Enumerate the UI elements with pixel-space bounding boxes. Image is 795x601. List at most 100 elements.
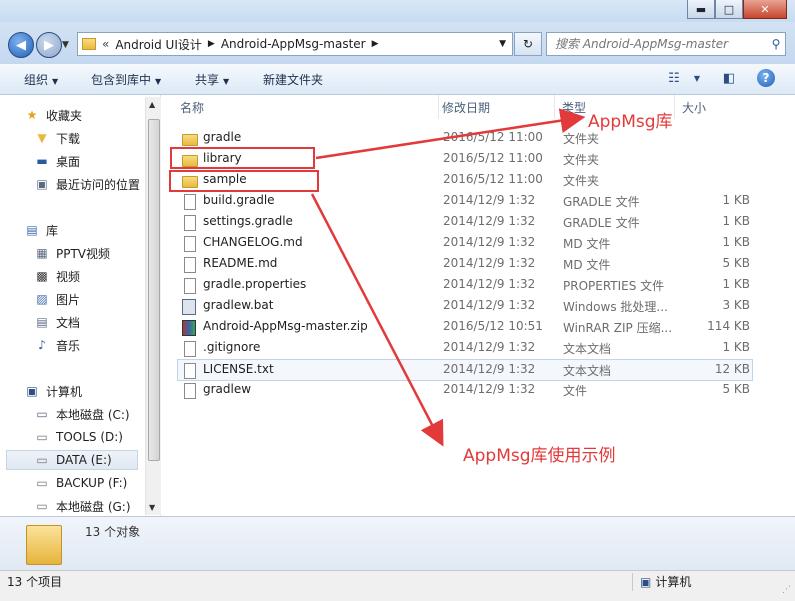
- file-name: gradlew: [203, 382, 252, 396]
- share-button[interactable]: 共享 ▼: [195, 71, 229, 88]
- file-date: 2016/5/12 11:00: [443, 151, 543, 165]
- preview-pane-icon[interactable]: ◧: [720, 69, 738, 87]
- file-type: 文本文档: [563, 342, 612, 356]
- nav-libraries[interactable]: ▤ 库: [24, 220, 58, 240]
- nav-item-music[interactable]: ♪ 音乐: [34, 335, 80, 355]
- nav-item-pictures[interactable]: ▨ 图片: [34, 289, 80, 309]
- file-date: 2014/12/9 1:32: [443, 382, 536, 396]
- file-name: .gitignore: [203, 340, 261, 354]
- view-options-icon[interactable]: ☷: [665, 69, 683, 87]
- drive-icon: ▭: [36, 499, 48, 513]
- address-dropdown-icon[interactable]: ▼: [499, 39, 506, 49]
- pptv-library-icon: ▦: [36, 246, 48, 260]
- table-row[interactable]: gradlew.bat 2014/12/9 1:32 Windows 批处理... 3…: [178, 296, 752, 316]
- maximize-button[interactable]: □: [715, 0, 743, 19]
- file-name: LICENSE.txt: [203, 362, 274, 376]
- table-row[interactable]: .gitignore 2014/12/9 1:32 文本文档 1 KB: [178, 338, 752, 358]
- file-icon: [184, 383, 196, 399]
- file-date: 2014/12/9 1:32: [443, 362, 536, 376]
- search-box[interactable]: ⚲: [546, 32, 786, 56]
- drive-icon: ▭: [36, 453, 48, 467]
- organize-button[interactable]: 组织 ▼: [24, 71, 58, 88]
- table-row[interactable]: CHANGELOG.md 2014/12/9 1:32 MD 文件 1 KB: [178, 233, 752, 253]
- breadcrumb-separator-icon[interactable]: ▶: [208, 39, 215, 49]
- table-row[interactable]: Android-AppMsg-master.zip 2016/5/12 10:51…: [178, 317, 752, 337]
- column-header-size[interactable]: 大小: [682, 95, 754, 119]
- nav-item-label: 本地磁盘 (G:): [56, 499, 131, 514]
- nav-drive-d[interactable]: ▭ TOOLS (D:): [34, 427, 123, 447]
- file-type: 文件夹: [563, 153, 600, 167]
- nav-computer-label: 计算机: [46, 384, 83, 399]
- search-input[interactable]: [547, 36, 767, 52]
- address-chevron[interactable]: «: [102, 37, 109, 51]
- status-divider: [632, 573, 633, 591]
- downloads-folder-icon: ▼: [37, 131, 47, 145]
- close-button[interactable]: ✕: [743, 0, 787, 19]
- recent-places-icon: ▣: [36, 177, 48, 191]
- column-header-date[interactable]: 修改日期: [442, 95, 555, 119]
- back-button[interactable]: ◀: [8, 32, 34, 58]
- nav-drive-g[interactable]: ▭ 本地磁盘 (G:): [34, 496, 131, 516]
- folder-icon: [26, 525, 62, 565]
- minimize-button[interactable]: ▬: [687, 0, 715, 19]
- file-type: 文件夹: [563, 132, 600, 146]
- history-dropdown-icon[interactable]: ▼: [62, 40, 69, 50]
- table-row[interactable]: settings.gradle 2014/12/9 1:32 GRADLE 文件 1 …: [178, 212, 752, 232]
- nav-item-desktop[interactable]: ▬ 桌面: [34, 151, 80, 171]
- refresh-button[interactable]: ↻: [514, 32, 542, 56]
- file-size: 12 KB: [714, 362, 750, 376]
- include-in-library-button[interactable]: 包含到库中 ▼: [91, 71, 161, 88]
- file-type: WinRAR ZIP 压缩...: [563, 321, 673, 335]
- table-row[interactable]: gradle.properties 2014/12/9 1:32 PROPERTIE…: [178, 275, 752, 295]
- view-dropdown-icon[interactable]: ▼: [688, 69, 706, 87]
- nav-drive-e[interactable]: ▭ DATA (E:): [6, 450, 138, 470]
- nav-drive-f[interactable]: ▭ BACKUP (F:): [34, 473, 127, 493]
- video-library-icon: ▩: [36, 269, 48, 283]
- file-date: 2014/12/9 1:32: [443, 298, 536, 312]
- breadcrumb-current[interactable]: Android-AppMsg-master: [221, 37, 366, 51]
- help-icon[interactable]: ?: [757, 69, 775, 87]
- address-bar[interactable]: « Android UI设计 ▶ Android-AppMsg-master ▶…: [77, 32, 513, 56]
- text-file-icon: [184, 363, 196, 379]
- breadcrumb-android-ui[interactable]: Android UI设计: [115, 36, 202, 53]
- breadcrumb-separator-icon[interactable]: ▶: [372, 39, 379, 49]
- nav-scrollbar[interactable]: ▲ ▼: [145, 97, 161, 515]
- forward-button[interactable]: ▶: [36, 32, 62, 58]
- nav-item-videos[interactable]: ▩ 视频: [34, 266, 80, 286]
- computer-icon: ▣: [26, 384, 38, 398]
- file-type: 文件夹: [563, 174, 600, 188]
- table-row[interactable]: LICENSE.txt 2014/12/9 1:32 文本文档 12 KB: [177, 359, 753, 381]
- new-folder-button[interactable]: 新建文件夹: [263, 71, 323, 88]
- table-row[interactable]: gradlew 2014/12/9 1:32 文件 5 KB: [178, 380, 752, 400]
- file-icon: [184, 215, 196, 231]
- file-name: Android-AppMsg-master.zip: [203, 319, 368, 333]
- nav-item-label: 桌面: [56, 154, 81, 169]
- search-icon[interactable]: ⚲: [767, 37, 785, 51]
- address-row: ◀ ▶ ▼ « Android UI设计 ▶ Android-AppMsg-ma…: [0, 22, 795, 64]
- nav-item-recent-places[interactable]: ▣ 最近访问的位置: [34, 174, 140, 194]
- nav-computer[interactable]: ▣ 计算机: [24, 381, 82, 401]
- scrollbar-thumb[interactable]: [148, 119, 160, 461]
- resize-grip-icon[interactable]: ⋰: [782, 585, 791, 595]
- file-size: 1 KB: [722, 214, 750, 228]
- file-size: 5 KB: [722, 256, 750, 270]
- column-header-name[interactable]: 名称: [180, 95, 439, 119]
- table-row[interactable]: README.md 2014/12/9 1:32 MD 文件 5 KB: [178, 254, 752, 274]
- nav-favorites-label: 收藏夹: [46, 108, 83, 123]
- nav-item-pptv-video[interactable]: ▦ PPTV视频: [34, 243, 110, 263]
- file-name: README.md: [203, 256, 278, 270]
- nav-drive-c[interactable]: ▭ 本地磁盘 (C:): [34, 404, 129, 424]
- scroll-up-icon[interactable]: ▲: [149, 100, 155, 109]
- nav-item-downloads[interactable]: ▼ 下载: [34, 128, 80, 148]
- dropdown-arrow-icon: ▼: [52, 77, 59, 86]
- nav-item-documents[interactable]: ▤ 文档: [34, 312, 80, 332]
- scroll-down-icon[interactable]: ▼: [149, 503, 155, 512]
- file-size: 1 KB: [722, 277, 750, 291]
- music-note-icon: ♪: [38, 338, 46, 352]
- file-size: 3 KB: [722, 298, 750, 312]
- nav-favorites[interactable]: ★ 收藏夹: [24, 105, 82, 125]
- table-row[interactable]: build.gradle 2014/12/9 1:32 GRADLE 文件 1 KB: [178, 191, 752, 211]
- title-bar: ▬ □ ✕: [0, 0, 795, 22]
- file-size: 1 KB: [722, 193, 750, 207]
- window-controls: ▬ □ ✕: [687, 0, 787, 19]
